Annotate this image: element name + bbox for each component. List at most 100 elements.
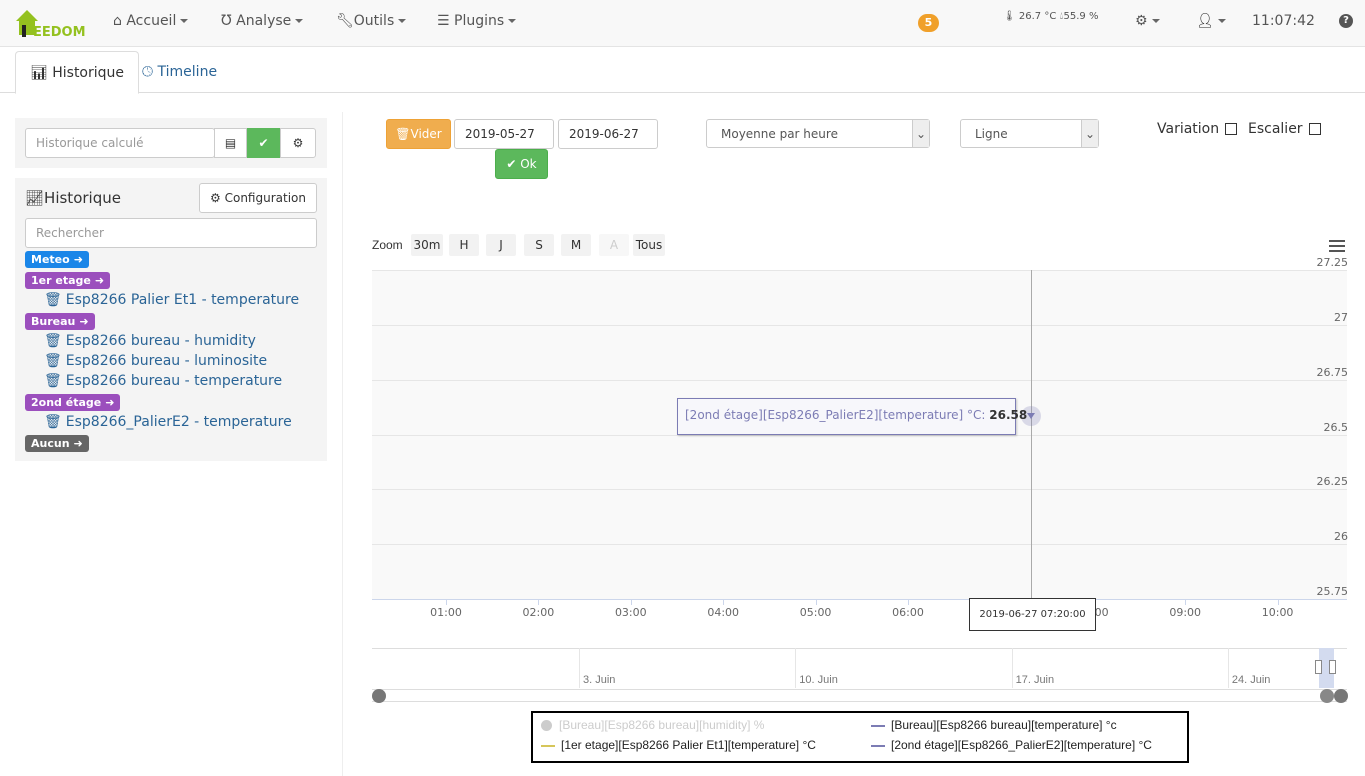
legend-item[interactable]: [2ond étage][Esp8266_PalierE2][temperatu…	[871, 738, 1152, 752]
series-tooltip: [2ond étage][Esp8266_PalierE2][temperatu…	[677, 398, 1027, 435]
chart-legend: [Bureau][Esp8266 bureau][humidity] % [Bur…	[531, 711, 1189, 763]
y-tick-label: 26.25	[1316, 475, 1349, 489]
legend-label: [Bureau][Esp8266 bureau][temperature] °c	[891, 718, 1117, 732]
wrench-icon: 🔧︎	[336, 13, 354, 29]
trash-icon[interactable]: 🗑︎	[44, 414, 62, 430]
scrollbar-track[interactable]	[372, 689, 1347, 702]
stethoscope-icon: Ʊ	[221, 13, 232, 29]
history-item[interactable]: 🗑︎ Esp8266 bureau - humidity	[44, 333, 256, 349]
menu-accueil[interactable]: ⌂ Accueil	[113, 13, 189, 29]
calc-settings-button[interactable]: ⚙	[280, 128, 316, 158]
calc-history-input[interactable]: Historique calculé	[25, 128, 215, 158]
date-start-input[interactable]: 2019-05-27	[454, 119, 554, 149]
chart-menu-icon[interactable]	[1329, 240, 1345, 252]
legend-item[interactable]: [1er etage][Esp8266 Palier Et1][temperat…	[541, 738, 816, 752]
group-name: Meteo	[31, 253, 70, 266]
scroll-right-button[interactable]	[1334, 689, 1348, 703]
menu-outils[interactable]: 🔧︎Outils	[336, 13, 407, 29]
legend-symbol-icon	[871, 744, 885, 747]
zoom-button-a[interactable]: A	[599, 234, 629, 256]
zoom-button-s[interactable]: S	[524, 234, 554, 256]
list-button[interactable]: ▤	[214, 128, 247, 158]
legend-symbol-icon	[871, 724, 885, 727]
zoom-button-j[interactable]: J	[486, 234, 516, 256]
item-label: Esp8266 Palier Et1 - temperature	[65, 292, 300, 308]
tab-historique[interactable]: 📊︎ Historique	[15, 51, 140, 94]
legend-item[interactable]: [Bureau][Esp8266 bureau][humidity] %	[541, 718, 764, 732]
gridline	[372, 380, 1347, 381]
user-icon: 👤︎	[1196, 13, 1214, 29]
vider-button[interactable]: 🗑︎ Vider	[386, 119, 451, 149]
help-icon[interactable]: ?	[1339, 14, 1353, 28]
navigator-label: 24. Juin	[1231, 674, 1271, 686]
arrow-circle-right-icon: ➜	[73, 437, 83, 450]
x-tick-label: 04:00	[707, 606, 740, 619]
x-tick-label: 03:00	[614, 606, 647, 619]
chevron-down-icon: ⌄	[912, 120, 929, 147]
navigator-grid	[1227, 648, 1229, 688]
history-item[interactable]: 🗑︎ Esp8266_PalierE2 - temperature	[44, 414, 292, 430]
y-tick-label: 26.75	[1316, 365, 1349, 379]
ok-button[interactable]: ✔ Ok	[495, 149, 548, 179]
jeedom-logo[interactable]: EEDOM	[14, 7, 86, 40]
validate-button[interactable]: ✔	[247, 128, 280, 158]
trash-icon[interactable]: 🗑︎	[44, 292, 62, 308]
trash-icon[interactable]: 🗑︎	[44, 333, 62, 349]
escalier-toggle[interactable]: Escalier	[1248, 121, 1321, 137]
cogs-icon: ⚙	[210, 191, 221, 205]
menu-analyse[interactable]: Ʊ Analyse	[221, 13, 304, 29]
group-label[interactable]: Meteo ➜	[25, 251, 89, 268]
notification-badge[interactable]: 5	[918, 14, 939, 32]
grouping-select[interactable]: Moyenne par heure ⌄	[706, 119, 930, 148]
chart-type-select[interactable]: Ligne ⌄	[960, 119, 1099, 148]
x-tick-label: 02:00	[522, 606, 555, 619]
trash-icon[interactable]: 🗑︎	[44, 353, 62, 369]
settings-menu[interactable]: ⚙	[1135, 13, 1160, 29]
variation-checkbox[interactable]	[1225, 123, 1238, 135]
navigator-handle-left[interactable]	[1315, 660, 1322, 674]
group-label[interactable]: Aucun ➜	[25, 435, 89, 452]
weather-widget: 🌡︎ 26.7 °C 💧︎55.9 %	[1003, 11, 1099, 22]
x-tick-label: 10:00	[1261, 606, 1294, 619]
home-icon: ⌂	[113, 13, 122, 29]
divider	[342, 112, 343, 776]
group-name: Bureau	[31, 315, 76, 328]
user-menu[interactable]: 👤︎	[1196, 13, 1226, 29]
gridline	[372, 544, 1347, 545]
legend-item[interactable]: [Bureau][Esp8266 bureau][temperature] °c	[871, 718, 1117, 732]
cogs-icon: ⚙	[1135, 13, 1148, 29]
group-label[interactable]: 2ond étage ➜	[25, 394, 121, 411]
arrow-circle-right-icon: ➜	[79, 315, 89, 328]
history-item[interactable]: 🗑︎ Esp8266 bureau - temperature	[44, 373, 282, 389]
navigator-handle-right[interactable]	[1329, 660, 1336, 674]
zoom-label: Zoom	[372, 238, 403, 252]
navbar: EEDOM ⌂ Accueil Ʊ Analyse 🔧︎Outils ☰ Plu…	[0, 0, 1365, 47]
zoom-button-tous[interactable]: Tous	[633, 234, 665, 256]
item-label: Esp8266 bureau - luminosite	[65, 353, 268, 369]
variation-toggle[interactable]: Variation	[1157, 121, 1238, 137]
item-label: Esp8266 bureau - temperature	[65, 373, 283, 389]
zoom-button-h[interactable]: H	[449, 234, 479, 256]
date-end-input[interactable]: 2019-06-27	[558, 119, 658, 149]
navigator-label: 10. Juin	[799, 674, 838, 686]
group-name: 2ond étage	[31, 396, 102, 409]
menu-plugins[interactable]: ☰ Plugins	[437, 13, 517, 29]
scrollbar-thumb[interactable]	[1320, 689, 1334, 703]
list-icon: ▤	[224, 136, 237, 150]
group-label[interactable]: 1er etage ➜	[25, 272, 111, 289]
group-label[interactable]: Bureau ➜	[25, 313, 95, 330]
x-tick-label: 06:00	[892, 606, 924, 619]
thermometer-icon: 🌡︎	[1003, 11, 1016, 22]
trash-icon: 🗑︎	[395, 127, 411, 141]
scroll-left-button[interactable]	[372, 689, 386, 703]
tab-timeline[interactable]: 🕓︎ Timeline	[128, 51, 231, 94]
history-item[interactable]: 🗑︎ Esp8266 Palier Et1 - temperature	[44, 292, 299, 308]
trash-icon[interactable]: 🗑︎	[44, 373, 62, 389]
zoom-button-30m[interactable]: 30m	[411, 234, 443, 256]
escalier-checkbox[interactable]	[1308, 123, 1321, 135]
configuration-button[interactable]: ⚙ Configuration	[199, 183, 317, 213]
search-input[interactable]: Rechercher	[25, 218, 317, 248]
x-tick-label: 05:00	[799, 606, 832, 619]
history-item[interactable]: 🗑︎ Esp8266 bureau - luminosite	[44, 353, 267, 369]
zoom-button-m[interactable]: M	[561, 234, 591, 256]
